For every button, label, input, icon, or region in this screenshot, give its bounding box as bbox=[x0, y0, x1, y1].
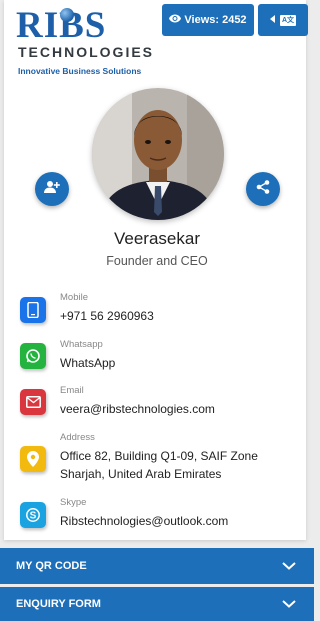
location-pin-icon bbox=[20, 446, 46, 472]
profile-photo bbox=[92, 88, 224, 220]
profile-title: Founder and CEO bbox=[106, 254, 208, 268]
translate-icon: A文 bbox=[279, 14, 297, 26]
address-line-2: Sharjah, United Arab Emirates bbox=[60, 467, 222, 481]
share-button[interactable] bbox=[246, 172, 280, 206]
section-title: ENQUIRY FORM bbox=[16, 598, 101, 610]
enquiry-form-section-toggle[interactable]: ENQUIRY FORM bbox=[0, 587, 314, 621]
chevron-down-icon bbox=[282, 557, 296, 575]
contact-label: Whatsapp bbox=[60, 339, 103, 350]
skype-icon: S bbox=[20, 502, 46, 528]
eye-icon bbox=[169, 14, 182, 26]
contact-value: +971 56 2960963 bbox=[60, 309, 154, 323]
chevron-down-icon bbox=[282, 595, 296, 613]
globe-icon bbox=[60, 8, 74, 22]
contact-value: WhatsApp bbox=[60, 356, 116, 370]
views-counter-button[interactable]: Views: 2452 bbox=[162, 4, 254, 36]
profile-name: Veerasekar bbox=[114, 229, 200, 248]
contact-label: Mobile bbox=[60, 292, 88, 303]
contact-label: Skype bbox=[60, 497, 87, 508]
language-button[interactable]: A文 bbox=[258, 4, 308, 36]
contact-label: Email bbox=[60, 385, 84, 396]
contact-mobile[interactable]: Mobile +971 56 2960963 bbox=[20, 292, 310, 332]
contact-whatsapp[interactable]: Whatsapp WhatsApp bbox=[20, 339, 310, 379]
contact-address[interactable]: Address Office 82, Building Q1-09, SAIF … bbox=[20, 432, 310, 488]
caret-left-icon bbox=[269, 15, 275, 25]
contact-skype[interactable]: S Skype Ribstechnologies@outlook.com bbox=[20, 497, 310, 537]
svg-text:S: S bbox=[30, 511, 37, 522]
qr-code-section-toggle[interactable]: MY QR CODE bbox=[0, 548, 314, 584]
section-title: MY QR CODE bbox=[16, 560, 87, 572]
phone-icon bbox=[20, 297, 46, 323]
contact-value: veera@ribstechnologies.com bbox=[60, 402, 215, 416]
address-line-1: Office 82, Building Q1-09, SAIF Zone bbox=[60, 449, 258, 463]
contact-value: Ribstechnologies@outlook.com bbox=[60, 514, 229, 528]
logo-tagline: Innovative Business Solutions bbox=[18, 66, 142, 76]
logo-sub-text: TECHNOLOGIES bbox=[18, 44, 155, 60]
add-user-icon bbox=[44, 180, 60, 199]
add-contact-button[interactable] bbox=[35, 172, 69, 206]
company-logo[interactable]: RIBS TECHNOLOGIES Innovative Business So… bbox=[16, 6, 156, 78]
views-count: 2452 bbox=[222, 14, 247, 26]
whatsapp-icon bbox=[20, 343, 46, 369]
email-icon bbox=[20, 389, 46, 415]
share-icon bbox=[256, 179, 270, 199]
contact-label: Address bbox=[60, 432, 95, 443]
contact-email[interactable]: Email veera@ribstechnologies.com bbox=[20, 385, 310, 425]
views-label: Views: bbox=[184, 14, 220, 26]
